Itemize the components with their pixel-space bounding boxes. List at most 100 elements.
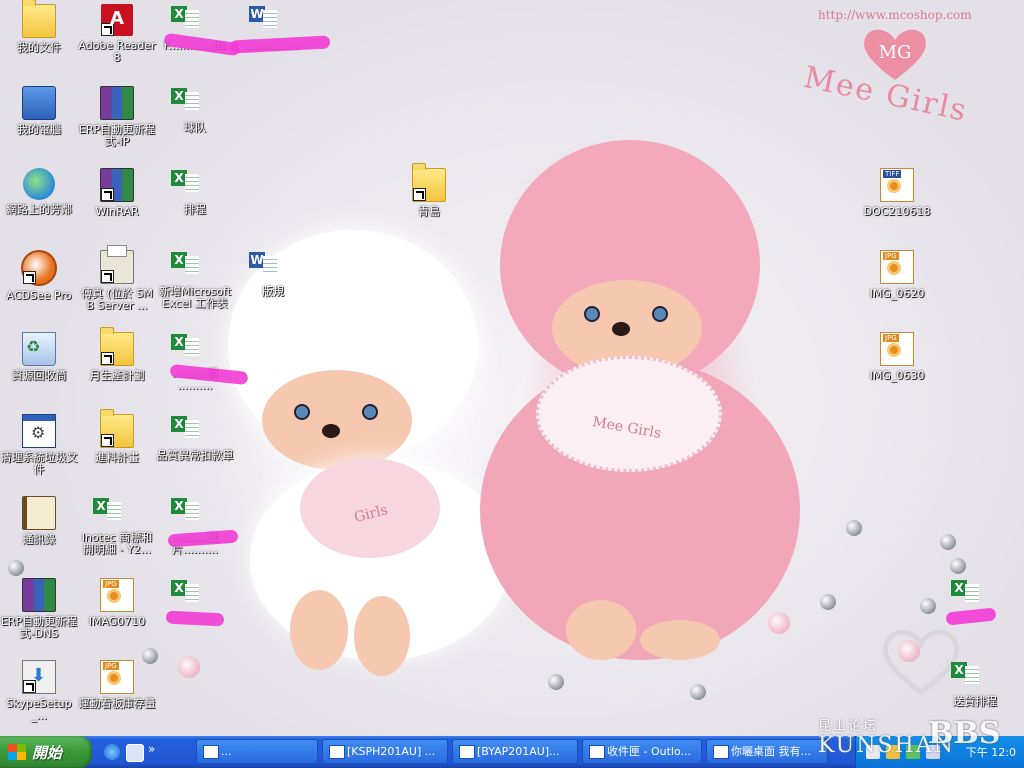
start-button-label: 開始 (32, 744, 63, 762)
desktop-icon-label: IMG_0630 (869, 369, 925, 382)
pink-doll-right-eye (652, 306, 668, 322)
excel-file-icon (171, 414, 211, 446)
desktop-icon-schedule[interactable]: 排程 (156, 166, 234, 246)
batch-file-icon (22, 414, 56, 448)
desktop-icon-adobe-reader[interactable]: Adobe Reader 8 (78, 2, 156, 82)
jpg-image-icon (880, 332, 914, 366)
pink-doll-bib (536, 356, 722, 472)
taskbar-button-byap201au[interactable]: [BYAP201AU]... (452, 739, 578, 764)
desktop-icon-erp-update-ip[interactable]: ERP自動更新程式-IP (78, 84, 156, 164)
excel-file-icon (171, 168, 211, 200)
desktop-icon-label: 版規 (262, 285, 284, 298)
desktop-icon-label: ERP自動更新程式-DNS (0, 615, 78, 640)
taskbar-button-label: [KSPH201AU] ... (347, 745, 436, 758)
desktop[interactable]: http://www.mcoshop.com MG Mee Girls Girl… (0, 0, 1024, 736)
desktop-icon-label: 排程 (184, 203, 206, 216)
desktop-icon-label: 清理系統垃圾文件 (0, 451, 78, 476)
pink-doll-left-foot (566, 600, 636, 660)
desktop-icon-team[interactable]: 球队 (156, 84, 234, 164)
folder-icon (100, 327, 134, 366)
wallpaper-bead (940, 534, 956, 550)
desktop-icon-cleanup-junk[interactable]: 清理系統垃圾文件 (0, 412, 78, 492)
acdsee-icon (21, 250, 57, 286)
desktop-icon-new-excel[interactable]: 新增Microsoft Excel 工作表 (156, 248, 234, 328)
excel-file-icon (951, 660, 991, 692)
desktop-icon-label: IMG_0620 (869, 287, 925, 300)
desktop-icon-label: 我的文件 (17, 41, 61, 54)
desktop-icon-monthly-plan[interactable]: 月生產計劃 (78, 327, 156, 410)
desktop-icon-img-0630[interactable]: IMG_0630 (858, 330, 936, 410)
desktop-icon-inotec[interactable]: Inotec 商標和開明細 - Y2... (78, 494, 156, 574)
desktop-icon-network-places[interactable]: 網路上的芳鄰 (0, 166, 78, 246)
excel-file-icon (171, 578, 211, 610)
desktop-icon-winrar[interactable]: WinRAR (78, 166, 156, 246)
rar-archive-icon (100, 86, 134, 120)
folder-icon (22, 0, 56, 38)
pink-doll-nose (612, 322, 630, 336)
desktop-icon-my-computer[interactable]: 我的電腦 (0, 84, 78, 164)
wallpaper-crystal (768, 612, 790, 634)
desktop-icon-contacts[interactable]: 通訊錄 (0, 494, 78, 574)
shortcut-arrow-icon (101, 23, 114, 36)
pink-doll-right-foot (640, 620, 720, 660)
excel-file-icon (93, 496, 133, 528)
folder-icon (412, 163, 446, 202)
window-icon (203, 745, 219, 759)
desktop-icon-label: ACDSee Pro (6, 289, 72, 302)
excel-file-icon (171, 496, 211, 528)
white-doll-left-eye (294, 404, 310, 420)
taskbar-button-browser[interactable]: 你曬桌面 我有... (706, 739, 828, 764)
desktop-icon-qingdao[interactable]: 青島 (390, 163, 468, 246)
shortcut-arrow-icon (23, 271, 36, 284)
desktop-icon-label: 新增Microsoft Excel 工作表 (158, 285, 232, 310)
start-button[interactable]: 開始 (0, 736, 92, 768)
desktop-icon-label: ERP自動更新程式-IP (78, 123, 156, 148)
desktop-icon-label: 進料計畫 (95, 451, 139, 464)
pink-doll-left-eye (584, 306, 600, 322)
white-doll-left-foot (290, 590, 348, 670)
pdf-icon (101, 4, 133, 36)
word-file-icon (249, 4, 289, 36)
folder-icon (100, 409, 134, 448)
shortcut-arrow-icon (413, 188, 426, 201)
desktop-icon-erp-update-dns[interactable]: ERP自動更新程式-DNS (0, 576, 78, 656)
taskbar-button-window-1[interactable]: ... (196, 739, 318, 764)
desktop-icon-recycle-bin[interactable]: 資源回收筒 (0, 330, 78, 410)
desktop-icon-quality-deduction[interactable]: 品質異常扣款單 (156, 412, 234, 492)
network-icon (23, 168, 55, 200)
taskbar-button-label: [BYAP201AU]... (477, 745, 560, 758)
quicklaunch-more-chevron[interactable]: » (148, 742, 155, 756)
excel-file-icon (171, 250, 211, 282)
desktop-icon-material-plan[interactable]: 進料計畫 (78, 409, 156, 492)
windows-flag-icon (8, 744, 26, 760)
desktop-icon-label: 傳真 (位於 SMB Server ... (81, 287, 153, 312)
wallpaper-crystal (178, 656, 200, 678)
desktop-icon-label: 月生產計劃 (89, 369, 145, 382)
wallpaper-bead (820, 594, 836, 610)
desktop-icon-label: 通訊錄 (22, 533, 56, 546)
desktop-icon-label: Adobe Reader 8 (78, 39, 156, 64)
address-book-icon (22, 496, 56, 530)
desktop-icon-img-0620[interactable]: IMG_0620 (858, 248, 936, 328)
taskbar-button-outlook-inbox[interactable]: 收件匣 - Outlo... (582, 739, 702, 764)
installer-icon (22, 660, 56, 694)
desktop-icon-imag0710[interactable]: IMAG0710 (78, 576, 156, 656)
desktop-icon-doc210618[interactable]: DOC210618 (858, 166, 936, 246)
excel-file-icon (171, 332, 211, 364)
desktop-icon-skype-setup[interactable]: SkypeSetup_... (0, 658, 78, 736)
window-icon (329, 745, 345, 759)
taskbar-button-ksph201au[interactable]: [KSPH201AU] ... (322, 739, 448, 764)
wallpaper-url-text: http://www.mcoshop.com (818, 8, 972, 22)
show-desktop-icon[interactable] (126, 744, 144, 762)
desktop-icon-my-documents[interactable]: 我的文件 (0, 0, 78, 82)
desktop-icon-label: 青島 (418, 205, 440, 218)
desktop-icon-fax[interactable]: 傳真 (位於 SMB Server ... (78, 245, 156, 328)
window-icon (459, 745, 475, 759)
recycle-bin-icon (22, 332, 56, 366)
internet-explorer-icon[interactable] (104, 744, 120, 760)
desktop-icon-kanban-stock[interactable]: 運動看板庫存量 (78, 658, 156, 736)
excel-file-icon (171, 86, 211, 118)
desktop-icon-layout[interactable]: 版規 (234, 248, 312, 328)
shortcut-arrow-icon (23, 680, 36, 693)
desktop-icon-acdsee[interactable]: ACDSee Pro (0, 248, 78, 328)
